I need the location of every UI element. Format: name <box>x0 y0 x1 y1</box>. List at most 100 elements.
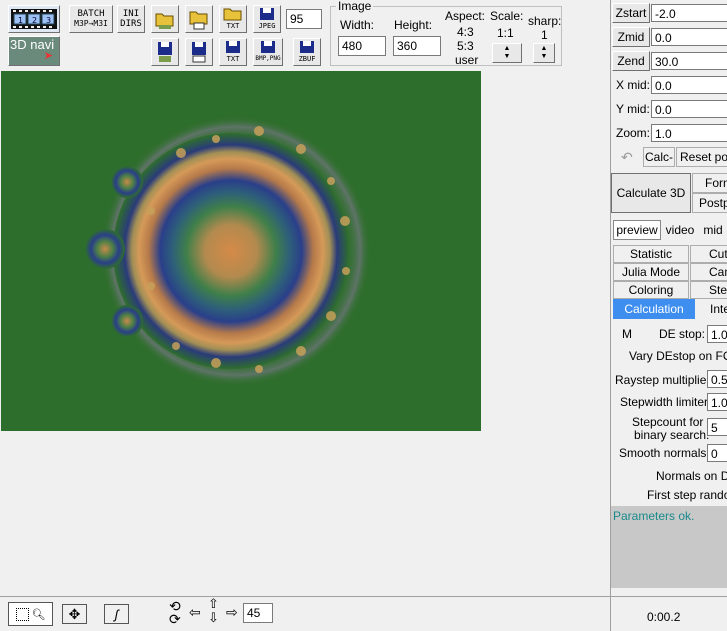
save-image-button[interactable] <box>185 38 213 66</box>
zend-input[interactable]: 30.0 <box>651 52 727 70</box>
aspect-4-3[interactable]: 4:3 <box>457 25 474 39</box>
open-txt-button[interactable]: TXT <box>219 5 247 33</box>
selection-rect-icon <box>15 607 29 621</box>
arrow-up-icon: ▲ <box>503 45 511 52</box>
timer-label: 0:00.2 <box>647 610 681 624</box>
rotation-step-input[interactable]: 45 <box>243 603 273 623</box>
arrow-left-icon[interactable]: ⇦ <box>189 604 201 621</box>
move-cross-icon: ✥ <box>68 605 81 622</box>
tab-intersection-label: Inte <box>710 302 727 316</box>
ymid-input[interactable]: 0.0 <box>651 100 727 118</box>
calculate-3d-label: Calculate 3D <box>616 186 686 200</box>
calculate-3d-button[interactable]: Calculate 3D <box>611 173 691 213</box>
zend-button[interactable]: Zend <box>612 51 650 71</box>
tab-cutting[interactable]: Cutt <box>690 245 727 263</box>
mouse-icon: ➤ <box>43 50 53 62</box>
raystep-input[interactable]: 0.5 <box>707 370 727 388</box>
normals-on-de-checkbox[interactable]: Normals on DE <box>656 469 727 483</box>
light-tool-button[interactable]: ʃ <box>104 604 129 624</box>
bottom-divider <box>0 596 727 597</box>
mandelbulb-render-image <box>85 116 371 386</box>
arrow-up-down-icon[interactable]: ⇧ ⇩ <box>208 597 219 625</box>
ini-dirs-button[interactable]: INI DIRS <box>117 5 145 33</box>
sharp-label: sharp: <box>528 14 562 28</box>
arrow-right-icon[interactable]: ⇨ <box>226 604 238 621</box>
height-input[interactable]: 360 <box>393 36 441 56</box>
tab-coloring[interactable]: Coloring <box>613 281 689 299</box>
tab-video[interactable]: video <box>661 220 699 240</box>
reset-pos-label: Reset pos <box>680 150 727 164</box>
aspect-user[interactable]: user <box>455 53 478 67</box>
width-input[interactable]: 480 <box>338 36 386 56</box>
stepcount-label-1: Stepcount for <box>632 415 704 429</box>
tab-julia-mode[interactable]: Julia Mode <box>613 263 689 281</box>
smooth-normals-input[interactable]: 0 <box>707 444 727 462</box>
floppy-disk-icon <box>300 41 314 53</box>
zmid-input[interactable]: 0.0 <box>651 28 727 46</box>
postprocess-button[interactable]: Postpr <box>692 193 727 213</box>
save-txt-button[interactable]: TXT <box>219 38 247 66</box>
jpeg-label: JPEG <box>258 22 276 30</box>
tab-calculation[interactable]: Calculation <box>613 299 695 319</box>
txt-label: TXT <box>226 22 240 30</box>
save-parameter-button[interactable] <box>151 38 179 66</box>
reset-pos-button[interactable]: Reset pos <box>676 147 727 167</box>
formulas-button[interactable]: Form <box>692 173 727 193</box>
render-canvas[interactable] <box>1 71 481 431</box>
save-zbuf-button[interactable]: ZBUF <box>293 38 321 66</box>
height-label: Height: <box>394 18 433 32</box>
calc-button[interactable]: Calc- <box>643 147 675 167</box>
tab-camera-label: Cam <box>709 265 727 279</box>
scale-label: Scale: <box>490 9 524 23</box>
tab-statistic-label: Statistic <box>629 247 672 261</box>
floppy-disk-icon <box>260 8 274 20</box>
tab-intersection[interactable]: Inte <box>695 300 727 318</box>
tab-camera[interactable]: Cam <box>690 263 727 281</box>
scale-stepper[interactable]: ▲ ▼ <box>492 43 522 63</box>
destop-input[interactable]: 1.0 <box>707 325 727 343</box>
tab-coloring-label: Coloring <box>628 283 674 297</box>
ymid-label: Y mid: <box>616 102 650 116</box>
tab-julia-mode-label: Julia Mode <box>621 265 681 279</box>
tab-statistic[interactable]: Statistic <box>613 245 689 263</box>
save-jpeg-button[interactable]: JPEG <box>253 5 281 33</box>
m-label: M <box>622 327 632 341</box>
animation-button[interactable]: 1 2 3 <box>8 5 60 33</box>
film-strip-icon: 1 2 3 <box>11 9 57 29</box>
batch-button[interactable]: BATCH M3P→M3I <box>69 5 113 33</box>
arrow-down-icon: ▼ <box>540 53 548 60</box>
arrow-down-icon: ▼ <box>503 53 511 60</box>
ini-label: INI <box>122 9 140 19</box>
undo-icon[interactable]: ↶ <box>621 149 633 166</box>
rotate-icon[interactable]: ⟲ ⟳ <box>169 599 181 626</box>
move-tool-button[interactable]: ✥ <box>62 604 87 624</box>
stepcount-input[interactable]: 5 <box>707 418 727 436</box>
stepwidth-input[interactable]: 1.0 <box>707 393 727 411</box>
zoom-input[interactable]: 1.0 <box>651 124 727 142</box>
tab-preview[interactable]: preview <box>613 220 661 240</box>
aspect-5-3[interactable]: 5:3 <box>457 39 474 53</box>
xmid-input[interactable]: 0.0 <box>651 76 727 94</box>
navi-button[interactable]: 3D navi ➤ <box>8 36 60 66</box>
open-parameter-button[interactable] <box>151 5 179 33</box>
tab-mid[interactable]: mid <box>699 220 727 240</box>
svg-text:1: 1 <box>18 16 23 25</box>
raystep-label: Raystep multiplier: <box>615 373 714 387</box>
stepwidth-label: Stepwidth limiter: <box>620 395 712 409</box>
vary-destop-checkbox[interactable]: Vary DEstop on FOV <box>629 349 727 363</box>
arrow-up-icon: ▲ <box>540 45 548 52</box>
select-tool-button[interactable]: 🔍︎ <box>8 602 53 626</box>
zstart-button[interactable]: Zstart <box>612 3 650 23</box>
save-bmp-png-button[interactable]: BMP,PNG <box>253 38 283 66</box>
jpeg-quality-input[interactable]: 95 <box>286 9 322 29</box>
magnifier-icon: 🔍︎ <box>31 608 46 621</box>
open-image-button[interactable] <box>185 5 213 33</box>
svg-text:3: 3 <box>46 16 51 25</box>
sharp-stepper[interactable]: ▲ ▼ <box>533 43 555 63</box>
bmp-png-label: BMP,PNG <box>255 55 281 62</box>
first-step-random-checkbox[interactable]: First step random <box>647 488 727 502</box>
zmid-button[interactable]: Zmid <box>612 27 650 47</box>
curve-icon: ʃ <box>114 606 119 622</box>
zstart-input[interactable]: -2.0 <box>651 4 727 22</box>
tab-stereo[interactable]: Ste <box>690 281 727 299</box>
